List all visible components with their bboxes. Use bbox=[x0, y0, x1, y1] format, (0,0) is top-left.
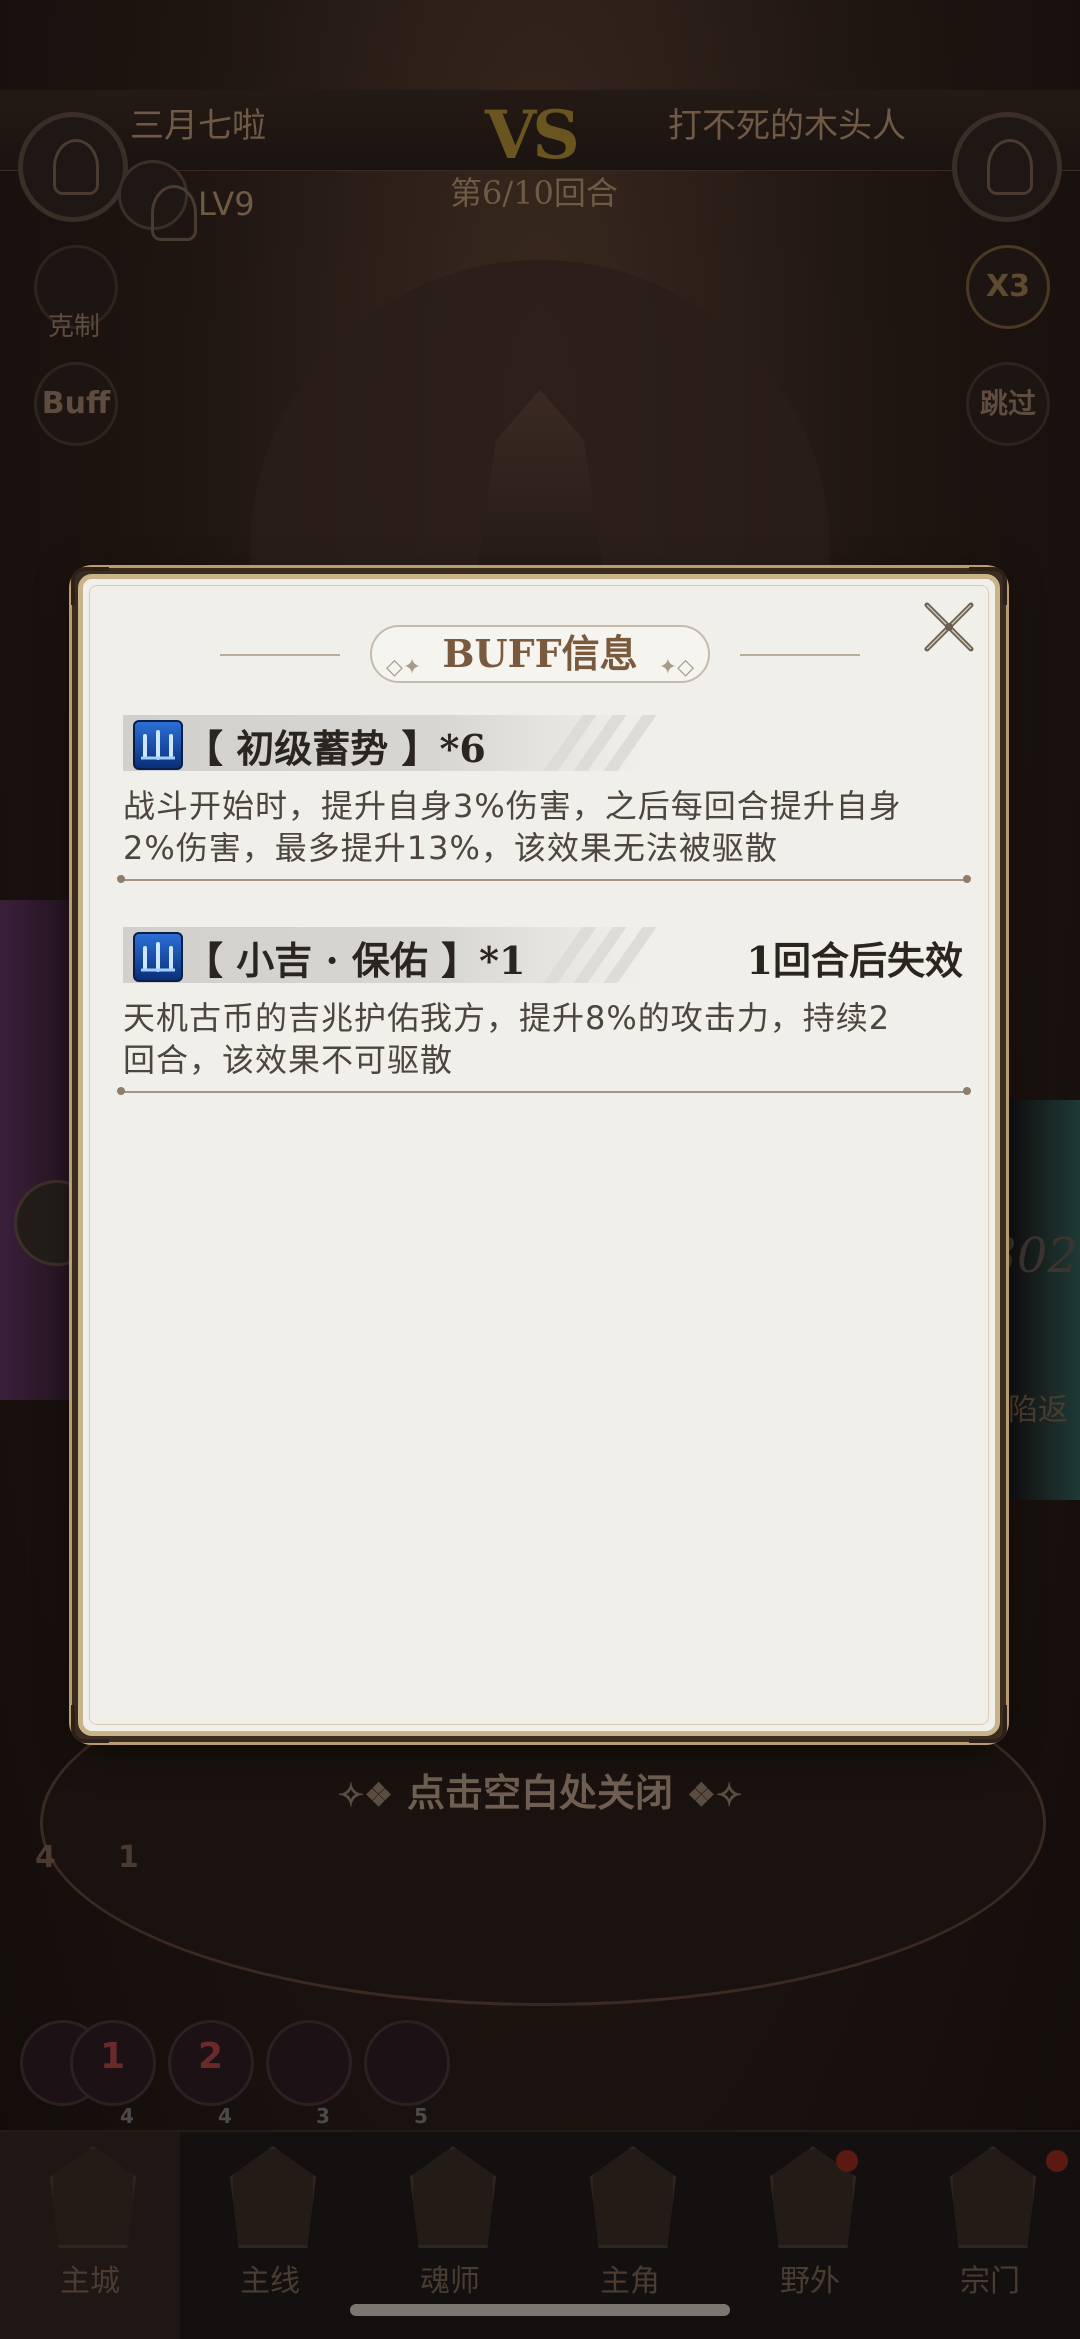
hero-slot[interactable] bbox=[266, 2020, 352, 2106]
soul-master-icon bbox=[410, 2146, 496, 2248]
title-divider-left bbox=[220, 654, 340, 656]
buff-expire: 1回合后失效 bbox=[746, 938, 963, 983]
buff-power-icon bbox=[133, 720, 183, 770]
counter-label: 克制 bbox=[48, 312, 101, 342]
hero-icon bbox=[590, 2146, 676, 2248]
buff-header: 【 初级蓄势 】*6 bbox=[123, 715, 963, 771]
hero-level: 4 bbox=[120, 2104, 134, 2128]
title-divider-right bbox=[740, 654, 860, 656]
dialog-corner bbox=[71, 1705, 109, 1743]
round-counter: 第6/10回合 bbox=[450, 174, 618, 212]
mainline-icon bbox=[230, 2146, 316, 2248]
buff-description: 天机古币的吉兆护佑我方，提升8%的攻击力，持续2回合，该效果不可驱散 bbox=[123, 999, 891, 1079]
side-tag: 陷返 bbox=[1008, 1393, 1068, 1428]
nav-item-mainline[interactable]: 主线 bbox=[180, 2132, 360, 2339]
buff-entry: 【 初级蓄势 】*6 战斗开始时，提升自身3%伤害，之后每回合提升自身2%伤害，… bbox=[123, 715, 963, 869]
buff-divider bbox=[117, 1087, 971, 1095]
dialog-corner bbox=[71, 567, 109, 605]
right-player-emblem-icon bbox=[952, 112, 1062, 222]
buff-description: 战斗开始时，提升自身3%伤害，之后每回合提升自身2%伤害，最多提升13%，该效果… bbox=[123, 787, 902, 867]
title-plate: ◇✦ BUFF信息 ✦◇ bbox=[370, 625, 710, 683]
skip-button[interactable]: 跳过 bbox=[966, 362, 1050, 446]
nav-item-wild[interactable]: 野外 bbox=[720, 2132, 900, 2339]
buff-name: 【 小吉 · 保佑 】*1 bbox=[185, 938, 526, 983]
nav-label: 宗门 bbox=[960, 2264, 1020, 2299]
player-right-name: 打不死的木头人 bbox=[668, 106, 906, 146]
vs-label: VS bbox=[485, 96, 580, 174]
buff-entry: 【 小吉 · 保佑 】*1 1回合后失效 天机古币的吉兆护佑我方，提升8%的攻击… bbox=[123, 927, 963, 1081]
nav-label: 主城 bbox=[60, 2264, 120, 2299]
buff-header: 【 小吉 · 保佑 】*1 1回合后失效 bbox=[123, 927, 963, 983]
nav-label: 主线 bbox=[240, 2264, 300, 2299]
hero-level: 3 bbox=[316, 2104, 330, 2128]
home-indicator[interactable] bbox=[350, 2304, 730, 2316]
dialog-title: BUFF信息 bbox=[442, 631, 638, 676]
close-hint-text: 点击空白处关闭 bbox=[406, 1770, 673, 1815]
right-character-sprite bbox=[1010, 1100, 1080, 1500]
hero-level: 4 bbox=[218, 2104, 232, 2128]
level-badge-icon bbox=[118, 160, 197, 241]
close-icon[interactable] bbox=[917, 595, 981, 659]
buff-divider bbox=[117, 875, 971, 883]
team-count: 4 bbox=[35, 1840, 56, 1875]
hero-number: 1 bbox=[100, 2036, 126, 2077]
castle-icon bbox=[50, 2146, 136, 2248]
hero-level: 5 bbox=[414, 2104, 428, 2128]
buff-name: 【 初级蓄势 】*6 bbox=[185, 726, 486, 771]
notification-dot bbox=[836, 2150, 858, 2172]
speed-button[interactable]: X3 bbox=[966, 245, 1050, 329]
hero-number: 2 bbox=[198, 2036, 224, 2077]
nav-label: 魂师 bbox=[420, 2264, 480, 2299]
nav-label: 野外 bbox=[780, 2264, 840, 2299]
nav-item-main-city[interactable]: 主城 bbox=[0, 2132, 180, 2339]
player-level: LV9 bbox=[198, 185, 255, 223]
nav-item-sect[interactable]: 宗门 bbox=[900, 2132, 1080, 2339]
close-hint[interactable]: ✧❖ 点击空白处关闭 ❖✧ bbox=[0, 1762, 1080, 1817]
player-left-name: 三月七啦 bbox=[130, 106, 266, 146]
hero-slot[interactable] bbox=[364, 2020, 450, 2106]
ornament-right-icon: ❖✧ bbox=[687, 1776, 743, 1814]
sect-icon bbox=[950, 2146, 1036, 2248]
nav-label: 主角 bbox=[600, 2264, 660, 2299]
notification-dot bbox=[1046, 2150, 1068, 2172]
team-count: 1 bbox=[118, 1840, 139, 1875]
dialog-title-bar: ◇✦ BUFF信息 ✦◇ bbox=[220, 625, 860, 685]
buff-button[interactable]: Buff bbox=[34, 362, 118, 446]
ornament-left-icon: ✧❖ bbox=[337, 1776, 393, 1814]
title-ornament-left-icon: ◇✦ bbox=[386, 655, 422, 680]
damage-number: 302 bbox=[986, 1228, 1078, 1284]
dialog-corner bbox=[969, 1705, 1007, 1743]
left-player-emblem-icon bbox=[18, 112, 128, 222]
buff-info-dialog: ◇✦ BUFF信息 ✦◇ 【 初级蓄势 】*6 战斗开始时，提升自身3%伤害，之… bbox=[71, 567, 1007, 1743]
title-ornament-right-icon: ✦◇ bbox=[658, 655, 694, 680]
buff-power-icon bbox=[133, 932, 183, 982]
